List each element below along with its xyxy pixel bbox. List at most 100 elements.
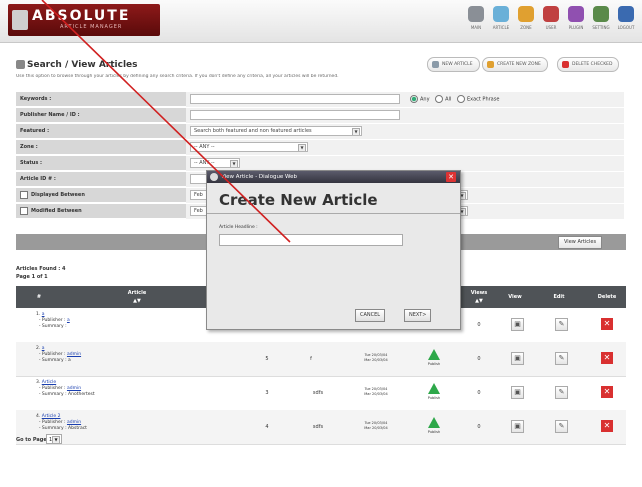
view-icon[interactable]: ▣ <box>511 386 524 399</box>
close-icon[interactable]: ✕ <box>446 172 456 182</box>
app-header: ABSOLUTE ARTICLE MANAGER MAIN ARTICLE ZONE… <box>0 0 642 43</box>
match-any-radio[interactable] <box>410 95 418 103</box>
article-id: 3 <box>265 390 269 396</box>
delete-icon[interactable]: ✕ <box>601 352 613 364</box>
new-article-icon <box>432 61 439 68</box>
publisher-input[interactable] <box>190 110 400 120</box>
publish-status-icon <box>428 417 440 428</box>
create-article-dialog: View Article - Dialogue Web ✕ Create New… <box>206 170 461 330</box>
edit-icon[interactable]: ✎ <box>555 420 568 433</box>
nav-item-label: LOGOUT <box>617 25 635 30</box>
publisher-link[interactable]: a <box>67 318 70 323</box>
col-view: View <box>508 294 522 300</box>
date-modified: Mar 20/03/04 <box>364 426 388 430</box>
dialog-divider <box>207 213 460 214</box>
page-title: Search / View Articles <box>27 60 138 70</box>
article-icon <box>493 6 509 22</box>
article-title-link[interactable]: a <box>42 312 45 317</box>
articles-found: Articles Found : 4 <box>16 266 66 272</box>
view-icon[interactable]: ▣ <box>511 352 524 365</box>
match-exact-radio[interactable] <box>456 95 465 103</box>
row-number: 2. <box>36 346 41 351</box>
date-modified: Mar 20/03/04 <box>364 392 388 396</box>
view-icon[interactable]: ▣ <box>511 318 524 331</box>
new-article-button[interactable]: NEW ARTICLE <box>427 57 480 72</box>
headline-input[interactable] <box>219 234 403 246</box>
article-id: 5 <box>265 356 269 362</box>
delete-icon[interactable]: ✕ <box>601 386 613 398</box>
article-dates: Tue 20/03/04 Mar 20/03/04 <box>356 421 396 431</box>
status-indicator: Publish <box>419 415 449 434</box>
status-select[interactable]: -- ANY -- ▼ <box>190 158 240 168</box>
edit-icon[interactable]: ✎ <box>555 318 568 331</box>
view-articles-button[interactable]: View Articles <box>558 236 603 249</box>
search-articles-icon <box>16 60 25 69</box>
zone-name: sdfs <box>312 424 324 430</box>
keywords-row: Any All Exact Phrase <box>186 92 624 108</box>
publisher-link[interactable]: admin <box>67 386 81 391</box>
edit-icon[interactable]: ✎ <box>555 352 568 365</box>
nav-item-logout[interactable]: LOGOUT <box>610 6 642 38</box>
publisher-link[interactable]: admin <box>67 420 81 425</box>
headline-label: Article Headline : <box>219 225 258 230</box>
status-label: Publish <box>427 430 441 434</box>
keywords-input[interactable] <box>190 94 400 104</box>
delete-icon <box>562 61 569 68</box>
chevron-down-icon: ▼ <box>298 144 306 151</box>
zone-row: -- ANY -- ▼ <box>186 140 624 156</box>
article-title-link[interactable]: a <box>42 346 45 351</box>
dialog-window-title: View Article - Dialogue Web <box>221 174 298 180</box>
logo-text: ABSOLUTE <box>32 8 131 24</box>
table-row: 3. Article - Publisher : admin - Summary… <box>16 376 626 411</box>
delete-icon[interactable]: ✕ <box>601 318 613 330</box>
article-title-link[interactable]: Article 2 <box>42 414 61 419</box>
displayed-between-checkbox[interactable] <box>20 190 28 199</box>
article-dates: Tue 20/03/04 Mar 20/03/04 <box>356 353 396 363</box>
col-delete: Delete <box>597 294 617 300</box>
publisher-link[interactable]: admin <box>67 352 81 357</box>
settings-icon <box>593 6 609 22</box>
col-edit: Edit <box>553 294 565 300</box>
app-logo[interactable]: ABSOLUTE ARTICLE MANAGER <box>8 4 160 36</box>
zone-name <box>298 342 338 376</box>
article-title-link[interactable]: Article <box>42 380 56 385</box>
chevron-down-icon: ▼ <box>52 436 60 444</box>
modified-between-checkbox[interactable] <box>20 206 28 215</box>
goto-page-select[interactable]: 1 ▼ <box>46 434 62 444</box>
view-icon[interactable]: ▣ <box>511 420 524 433</box>
delete-icon[interactable]: ✕ <box>601 420 613 432</box>
article-id-label: Article ID # : <box>16 172 186 187</box>
views-count: 0 <box>477 322 481 328</box>
create-zone-button[interactable]: CREATE NEW ZONE <box>482 57 548 72</box>
logout-icon <box>618 6 634 22</box>
dialog-heading: Create New Article <box>219 191 378 209</box>
views-count: 0 <box>477 356 481 362</box>
chevron-down-icon: ▼ <box>352 128 360 135</box>
page-of: Page 1 of 1 <box>16 274 48 280</box>
modified-between-row: Modified Between <box>16 204 186 219</box>
row-number: 3. <box>36 380 41 385</box>
featured-select[interactable]: Search both featured and non featured ar… <box>190 126 362 136</box>
zone-name: sdfs <box>312 390 324 396</box>
col-article[interactable]: Article ▲▼ <box>62 286 212 308</box>
dialog-titlebar[interactable]: View Article - Dialogue Web ✕ <box>207 171 460 183</box>
page-description: Use this option to browse through your a… <box>16 74 339 79</box>
publisher-label: Publisher Name / ID : <box>16 108 186 123</box>
plugin-icon <box>568 6 584 22</box>
displayed-between-row: Displayed Between <box>16 188 186 203</box>
match-all-radio[interactable] <box>435 95 444 103</box>
article-dates: Tue 20/03/04 Mar 20/03/04 <box>356 387 396 397</box>
logo-subtitle: ARTICLE MANAGER <box>60 24 123 30</box>
next-button[interactable]: NEXT> <box>404 309 432 322</box>
zone-select[interactable]: -- ANY -- ▼ <box>190 142 308 152</box>
user-icon <box>543 6 559 22</box>
col-number: # <box>36 294 42 300</box>
delete-checked-button[interactable]: DELETE CHECKED <box>557 57 620 72</box>
article-info: 4. Article 2 - Publisher : admin - Summa… <box>36 414 87 431</box>
cancel-button[interactable]: CANCEL <box>355 309 386 322</box>
col-views[interactable]: Views ▲▼ <box>466 286 492 308</box>
sort-arrows-icon: ▲▼ <box>133 298 141 304</box>
status-label: Status : <box>16 156 186 171</box>
row-number: 4. <box>36 414 41 419</box>
edit-icon[interactable]: ✎ <box>555 386 568 399</box>
